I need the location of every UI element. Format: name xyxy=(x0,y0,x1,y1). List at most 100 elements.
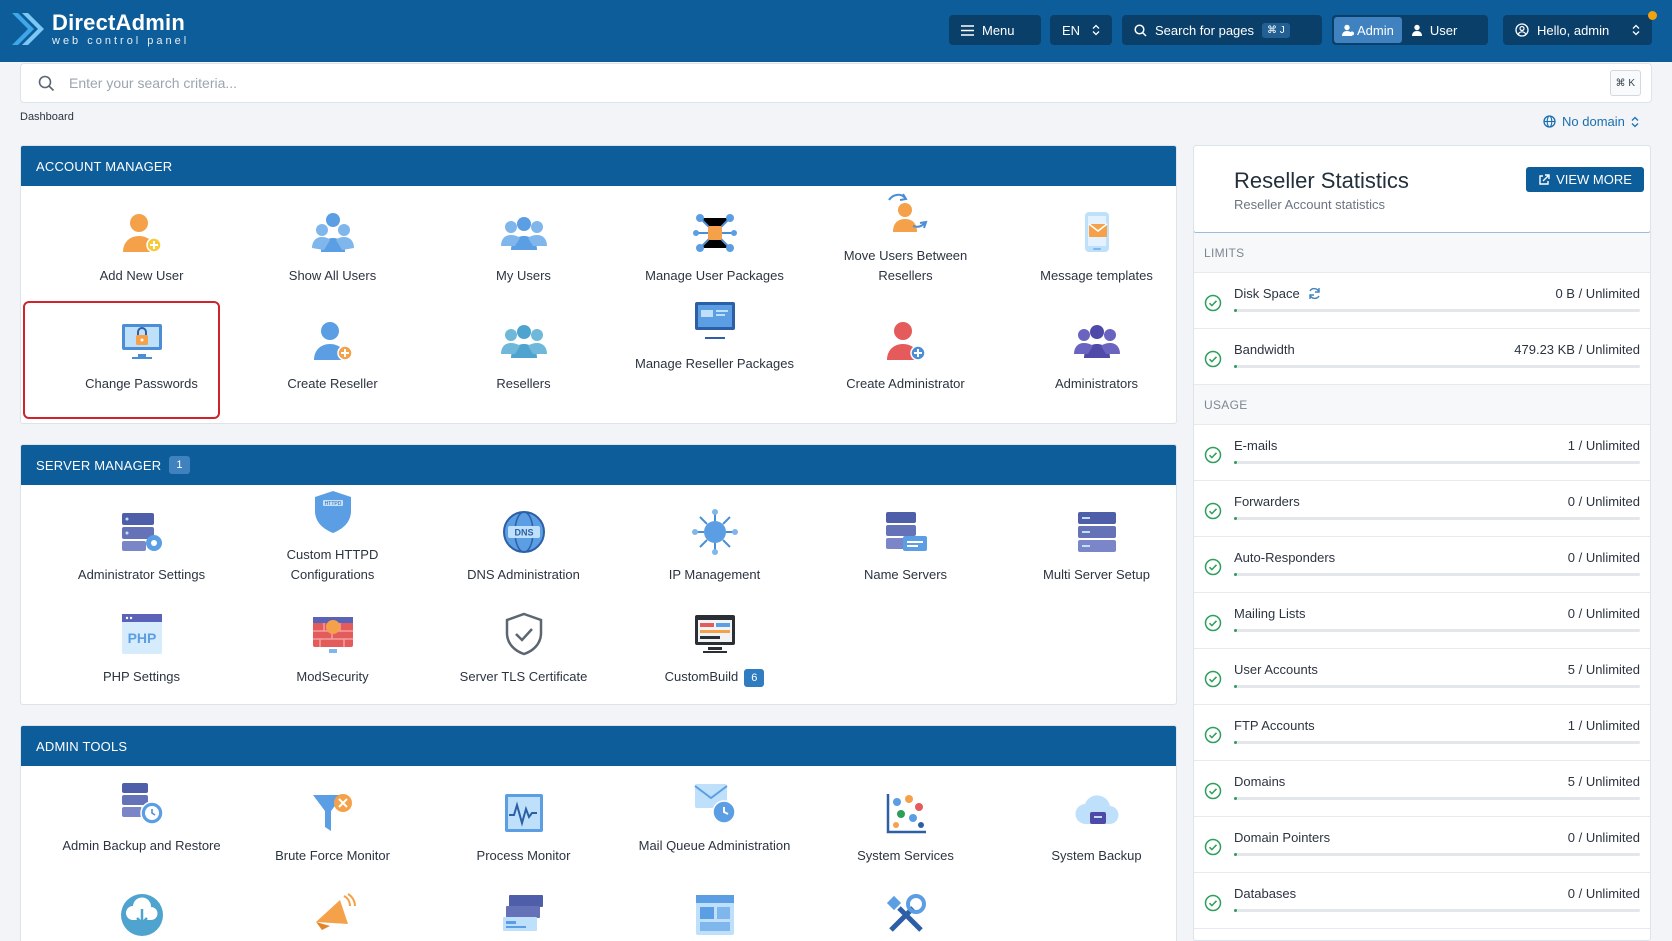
usage-list: E-mails 1 / Unlimited Forwarders 0 / Unlimi… xyxy=(1194,425,1650,929)
domain-selector-label: No domain xyxy=(1562,114,1625,129)
add-new-user-item[interactable]: Add New User xyxy=(46,210,237,286)
language-select[interactable]: EN xyxy=(1050,15,1112,45)
my-users-item[interactable]: My Users xyxy=(428,210,619,286)
account-menu-button[interactable]: Hello, admin xyxy=(1503,15,1652,45)
account-manager-header: ACCOUNT MANAGER xyxy=(21,146,1176,186)
shortcut-badge: ⌘ J xyxy=(1262,22,1290,38)
cloud-download-item[interactable] xyxy=(46,892,237,938)
tools-item[interactable] xyxy=(810,892,1001,938)
show-all-users-item[interactable]: Show All Users xyxy=(237,210,428,286)
process-monitor-item[interactable]: Process Monitor xyxy=(428,790,619,866)
custombuild-label: CustomBuild xyxy=(664,669,739,684)
mail-queue-administration-item[interactable]: Mail Queue Administration xyxy=(619,780,810,856)
brute-force-monitor-item[interactable]: Brute Force Monitor xyxy=(237,790,428,866)
stat-value: 0 / Unlimited xyxy=(1567,550,1640,565)
user-icon xyxy=(1342,24,1354,36)
stat-value: 0 B / Unlimited xyxy=(1555,286,1640,301)
hamburger-icon xyxy=(961,24,974,36)
admin-backup-and-restore-item[interactable]: Admin Backup and Restore xyxy=(46,780,237,856)
view-more-label: VIEW MORE xyxy=(1556,172,1632,187)
modsecurity-item[interactable]: ModSecurity xyxy=(237,611,428,687)
stacked-windows-item[interactable] xyxy=(428,892,619,938)
progress-bar xyxy=(1234,573,1640,576)
item-label: Add New User xyxy=(99,268,184,283)
resellers-icon xyxy=(500,325,547,358)
item-label: Create Reseller xyxy=(287,376,378,391)
manage-user-packages-item[interactable]: Manage User Packages xyxy=(619,210,810,286)
name-servers-item[interactable]: Name Servers xyxy=(810,509,1001,585)
reseller-statistics-header: Reseller Statistics Reseller Account sta… xyxy=(1194,146,1650,233)
directadmin-logo[interactable]: DirectAdmin web control panel xyxy=(10,9,189,49)
multi-server-icon xyxy=(1077,512,1116,552)
domain-selector[interactable]: No domain xyxy=(1543,114,1639,129)
system-backup-icon xyxy=(1074,795,1119,825)
progress-fill xyxy=(1234,853,1237,856)
system-backup-item[interactable]: System Backup xyxy=(1001,790,1176,866)
stat-label: Mailing Lists xyxy=(1234,606,1306,621)
server-manager-panel: SERVER MANAGER 1 Administrator Settings … xyxy=(20,444,1177,705)
php-settings-item[interactable]: PHP PHP Settings xyxy=(46,611,237,687)
admin-tools-panel: ADMIN TOOLS Admin Backup and Restore Bru… xyxy=(20,725,1177,941)
item-label: PHP Settings xyxy=(102,669,181,684)
item-label: Manage User Packages xyxy=(645,268,784,283)
stat-value: 0 / Unlimited xyxy=(1567,886,1640,901)
custom-httpd-configurations-item[interactable]: HTTPD Custom HTTPD Configurations xyxy=(237,489,428,585)
stat-label: Bandwidth xyxy=(1234,342,1295,357)
move-users-icon xyxy=(887,193,927,232)
svg-text:PHP: PHP xyxy=(127,630,156,646)
panel-title: ADMIN TOOLS xyxy=(36,738,128,754)
administrators-icon xyxy=(1073,325,1120,358)
custombuild-item[interactable]: CustomBuild 6 xyxy=(619,611,810,687)
check-circle-icon xyxy=(1204,894,1222,912)
dns-globe-icon: DNS xyxy=(502,511,545,553)
panel-title: Reseller Statistics xyxy=(1234,168,1409,193)
announcements-item[interactable] xyxy=(237,892,428,938)
stat-row: E-mails 1 / Unlimited xyxy=(1194,425,1650,481)
layout-item[interactable] xyxy=(619,892,810,938)
breadcrumb[interactable]: Dashboard xyxy=(20,111,74,123)
menu-button[interactable]: Menu xyxy=(949,15,1041,45)
create-administrator-item[interactable]: Create Administrator xyxy=(810,318,1001,394)
check-circle-icon xyxy=(1204,782,1222,800)
server-tls-certificate-item[interactable]: Server TLS Certificate xyxy=(428,611,619,687)
check-circle-icon xyxy=(1204,446,1222,464)
resellers-item[interactable]: Resellers xyxy=(428,318,619,394)
manage-reseller-packages-item[interactable]: Manage Reseller Packages xyxy=(619,298,810,374)
system-services-item[interactable]: System Services xyxy=(810,790,1001,866)
brand-subtitle: web control panel xyxy=(52,34,190,47)
admin-role-button[interactable]: Admin xyxy=(1334,17,1402,43)
user-role-button[interactable]: User xyxy=(1402,17,1467,43)
stat-label: E-mails xyxy=(1234,438,1277,453)
multi-server-setup-item[interactable]: Multi Server Setup xyxy=(1001,509,1176,585)
dns-administration-item[interactable]: DNS DNS Administration xyxy=(428,509,619,585)
mail-queue-icon xyxy=(693,784,736,824)
view-more-button[interactable]: VIEW MORE xyxy=(1526,167,1644,192)
search-pages-button[interactable]: Search for pages ⌘ J xyxy=(1122,15,1322,45)
stat-label: Domain Pointers xyxy=(1234,830,1330,845)
item-label: Mail Queue Administration xyxy=(638,838,791,853)
search-input[interactable] xyxy=(69,75,1651,91)
usage-section-title: USAGE xyxy=(1194,385,1650,425)
admin-settings-icon xyxy=(121,513,162,551)
search-icon xyxy=(38,75,55,91)
stat-name: User Accounts xyxy=(1234,662,1318,677)
stat-row: Domains 5 / Unlimited xyxy=(1194,761,1650,817)
svg-text:HTTPD: HTTPD xyxy=(324,501,341,507)
message-templates-item[interactable]: Message templates xyxy=(1001,210,1176,286)
create-reseller-item[interactable]: Create Reseller xyxy=(237,318,428,394)
notification-dot[interactable] xyxy=(1648,11,1657,20)
item-label: ModSecurity xyxy=(296,669,369,684)
tools-icon xyxy=(886,894,926,932)
ip-management-item[interactable]: IP Management xyxy=(619,509,810,585)
move-users-between-resellers-item[interactable]: Move Users Between Resellers xyxy=(810,190,1001,286)
administrator-settings-item[interactable]: Administrator Settings xyxy=(46,509,237,585)
administrators-item[interactable]: Administrators xyxy=(1001,318,1176,394)
refresh-icon[interactable] xyxy=(1308,287,1321,300)
ip-network-icon xyxy=(691,509,738,555)
count-badge: 1 xyxy=(169,456,190,474)
chevron-updown-icon xyxy=(1631,116,1639,127)
progress-bar xyxy=(1234,853,1640,856)
item-label: Multi Server Setup xyxy=(1043,567,1150,582)
item-label: Create Administrator xyxy=(846,376,965,391)
progress-fill xyxy=(1234,309,1237,312)
